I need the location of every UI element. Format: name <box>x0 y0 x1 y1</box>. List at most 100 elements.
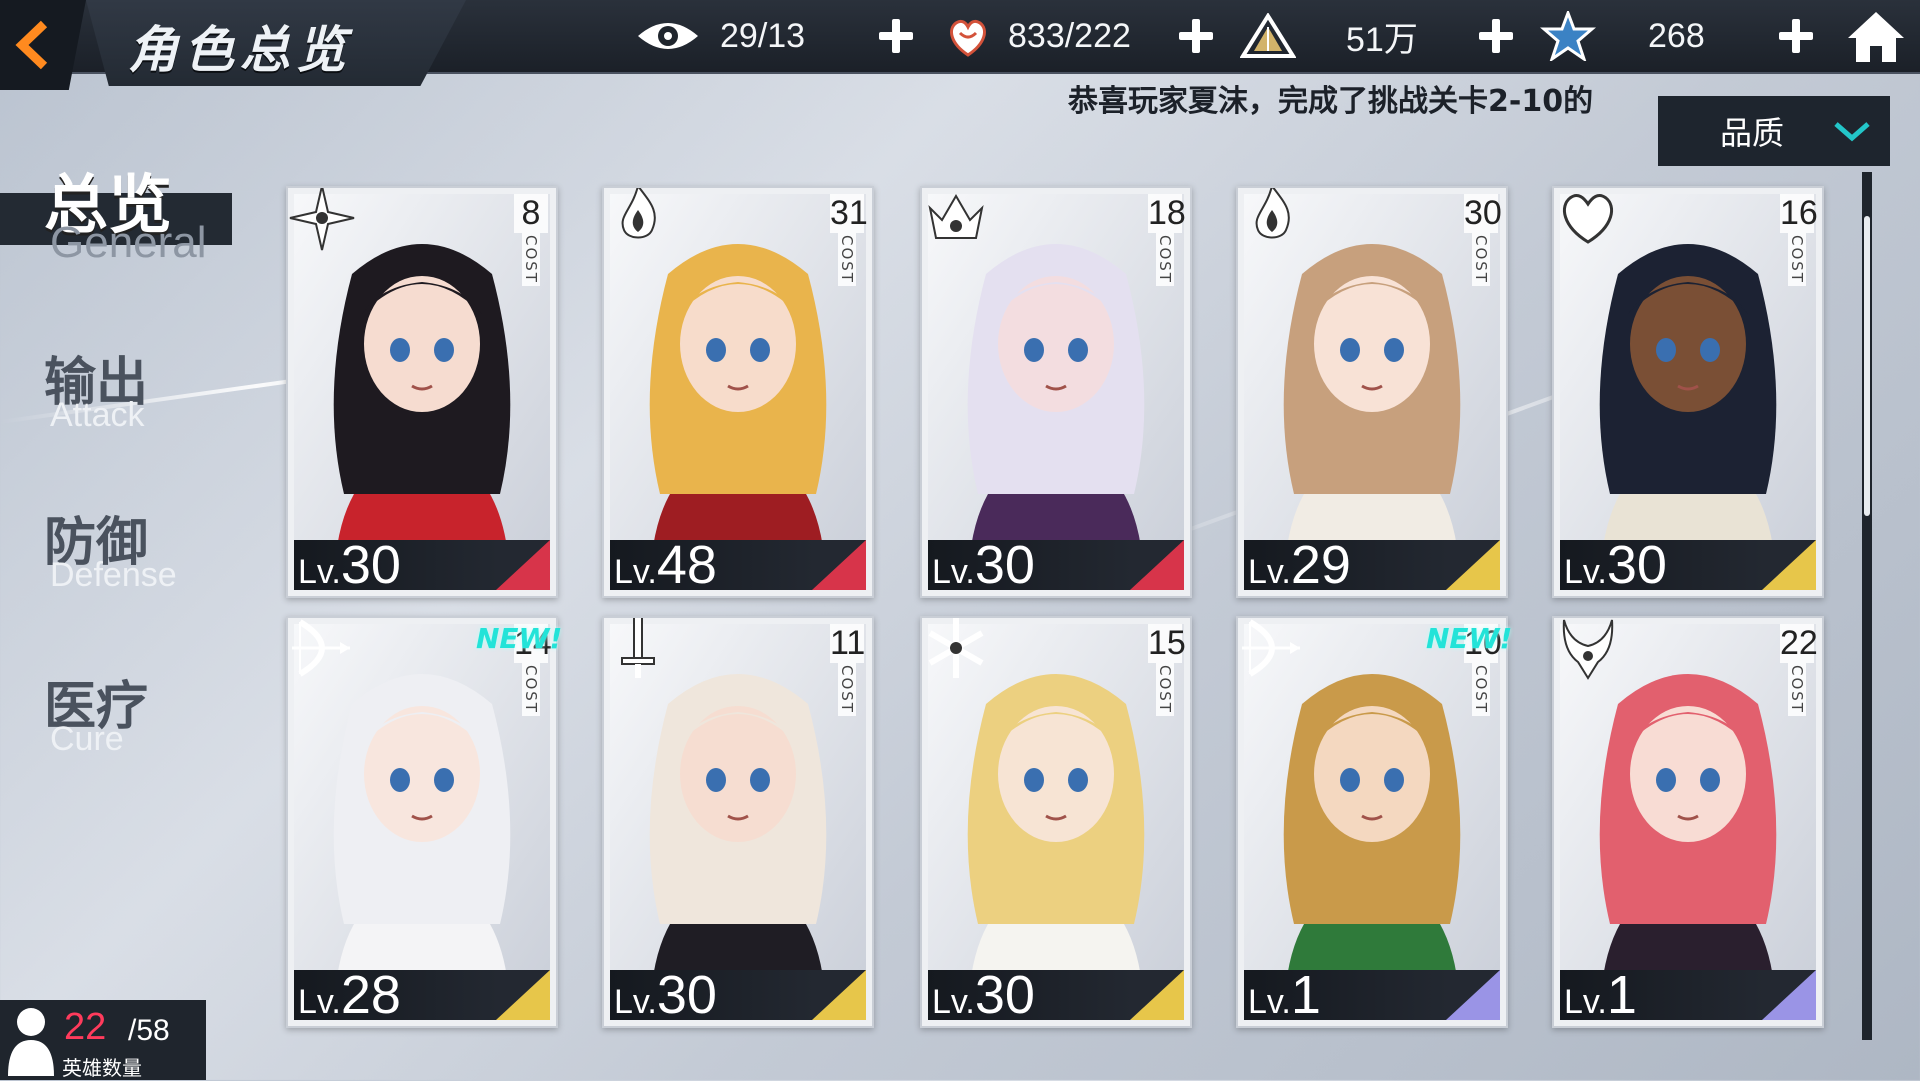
character-card[interactable]: Lv.29 30 COST <box>1236 186 1508 598</box>
resource-star: 268 <box>1540 11 1705 61</box>
flame-icon <box>621 188 656 239</box>
cost-badge: 11 COST <box>830 624 866 720</box>
cost-badge: 22 COST <box>1780 624 1818 720</box>
level-value: 30 <box>974 535 1035 595</box>
eye-icon <box>638 23 698 49</box>
character-card[interactable]: Lv.1 10 COST <box>1236 616 1508 1028</box>
cost-value: 11 <box>830 624 866 663</box>
resource-value: 29/13 <box>720 16 806 55</box>
level-prefix: Lv. <box>298 983 341 1021</box>
character-card[interactable]: Lv.30 16 COST <box>1552 186 1824 598</box>
level-label: Lv.30 <box>1564 538 1667 592</box>
cost-label: COST <box>1472 233 1490 286</box>
level-label: Lv.30 <box>932 968 1035 1022</box>
level-value: 1 <box>1290 965 1321 1025</box>
scrollbar-thumb[interactable] <box>1864 216 1870 516</box>
cost-label: COST <box>838 233 856 286</box>
cost-badge: 8 COST <box>514 194 548 290</box>
resource-eye: 29/13 <box>636 12 805 60</box>
level-label: Lv.30 <box>932 538 1035 592</box>
new-badge: NEW! <box>1426 622 1513 655</box>
add-heart-button[interactable] <box>1174 14 1218 58</box>
level-value: 30 <box>1606 535 1667 595</box>
announcement-marquee: 恭喜玩家夏沫，完成了挑战关卡2-10的 <box>1068 84 1594 119</box>
page-title: 角色总览 <box>128 21 352 79</box>
bow-icon <box>292 619 350 677</box>
character-card[interactable]: Lv.30 8 COST <box>286 186 558 598</box>
cost-value: 22 <box>1780 624 1818 663</box>
quality-filter-dropdown[interactable]: 品质 <box>1658 96 1890 166</box>
chevron-down-icon <box>1834 122 1870 142</box>
level-prefix: Lv. <box>1564 983 1607 1021</box>
cost-value: 8 <box>514 194 548 233</box>
level-label: Lv.48 <box>614 538 717 592</box>
character-card[interactable]: Lv.48 31 COST <box>602 186 874 598</box>
level-value: 30 <box>340 535 401 595</box>
resource-heart: 833/222 <box>946 12 1131 60</box>
rarity-corner <box>812 540 866 590</box>
rarity-corner <box>1762 540 1816 590</box>
cost-value: 30 <box>1464 194 1502 233</box>
back-arrow-icon <box>15 20 48 70</box>
rarity-corner <box>496 540 550 590</box>
rarity-corner <box>1130 540 1184 590</box>
rarity-corner <box>812 970 866 1020</box>
tab-sublabel: Attack <box>50 396 145 434</box>
level-value: 30 <box>656 965 717 1025</box>
level-prefix: Lv. <box>1248 983 1291 1021</box>
tab-general[interactable]: 总览 General <box>0 150 240 270</box>
level-label: Lv.1 <box>1564 968 1637 1022</box>
home-button[interactable] <box>1846 8 1906 66</box>
quality-filter-label: 品质 <box>1720 114 1785 152</box>
cost-badge: 18 COST <box>1148 194 1186 290</box>
shuriken-icon <box>289 188 355 251</box>
crown-emblem-icon <box>928 194 984 239</box>
resource-value: 51万 <box>1346 20 1418 59</box>
cost-label: COST <box>838 663 856 716</box>
cost-label: COST <box>1788 233 1806 286</box>
tab-defense[interactable]: 防御 Defense <box>0 500 220 610</box>
heart-shield-icon <box>1562 194 1614 244</box>
level-label: Lv.1 <box>1248 968 1321 1022</box>
hero-count-current: 22 <box>64 1006 107 1048</box>
home-icon <box>1848 12 1904 62</box>
level-value: 48 <box>656 535 717 595</box>
cost-badge: 31 COST <box>830 194 868 290</box>
level-prefix: Lv. <box>614 553 657 591</box>
tab-sublabel: General <box>50 218 207 267</box>
back-button[interactable] <box>0 0 86 90</box>
resource-value: 833/222 <box>1008 16 1131 55</box>
level-prefix: Lv. <box>614 983 657 1021</box>
cost-label: COST <box>1472 663 1490 716</box>
character-card[interactable]: Lv.1 22 COST <box>1552 616 1824 1028</box>
tab-cure[interactable]: 医疗 Cure <box>0 664 220 774</box>
level-value: 28 <box>340 965 401 1025</box>
tab-attack[interactable]: 输出 Attack <box>0 340 220 450</box>
level-label: Lv.29 <box>1248 538 1351 592</box>
level-prefix: Lv. <box>1564 553 1607 591</box>
demon-horns-icon <box>1562 619 1614 680</box>
resource-crystal: 51万 <box>1240 12 1418 60</box>
add-star-button[interactable] <box>1774 14 1818 58</box>
cost-label: COST <box>1156 663 1174 716</box>
add-gold-button[interactable] <box>1474 14 1518 58</box>
cost-badge: 16 COST <box>1780 194 1818 290</box>
level-value: 30 <box>974 965 1035 1025</box>
level-prefix: Lv. <box>932 983 975 1021</box>
cost-label: COST <box>1156 233 1174 286</box>
rarity-corner <box>496 970 550 1020</box>
add-stamina-button[interactable] <box>874 14 918 58</box>
cost-value: 15 <box>1148 624 1186 663</box>
rarity-corner <box>1130 970 1184 1020</box>
cost-value: 31 <box>830 194 868 233</box>
level-prefix: Lv. <box>1248 553 1291 591</box>
bow-icon <box>1242 619 1300 677</box>
hero-count-label: 英雄数量 <box>62 1056 142 1080</box>
flame-icon <box>1255 188 1290 239</box>
level-prefix: Lv. <box>298 553 341 591</box>
character-card[interactable]: Lv.30 15 COST <box>920 616 1192 1028</box>
character-card[interactable]: Lv.28 14 COST <box>286 616 558 1028</box>
character-card[interactable]: Lv.30 18 COST <box>920 186 1192 598</box>
level-value: 1 <box>1606 965 1637 1025</box>
character-card[interactable]: Lv.30 11 COST <box>602 616 874 1028</box>
